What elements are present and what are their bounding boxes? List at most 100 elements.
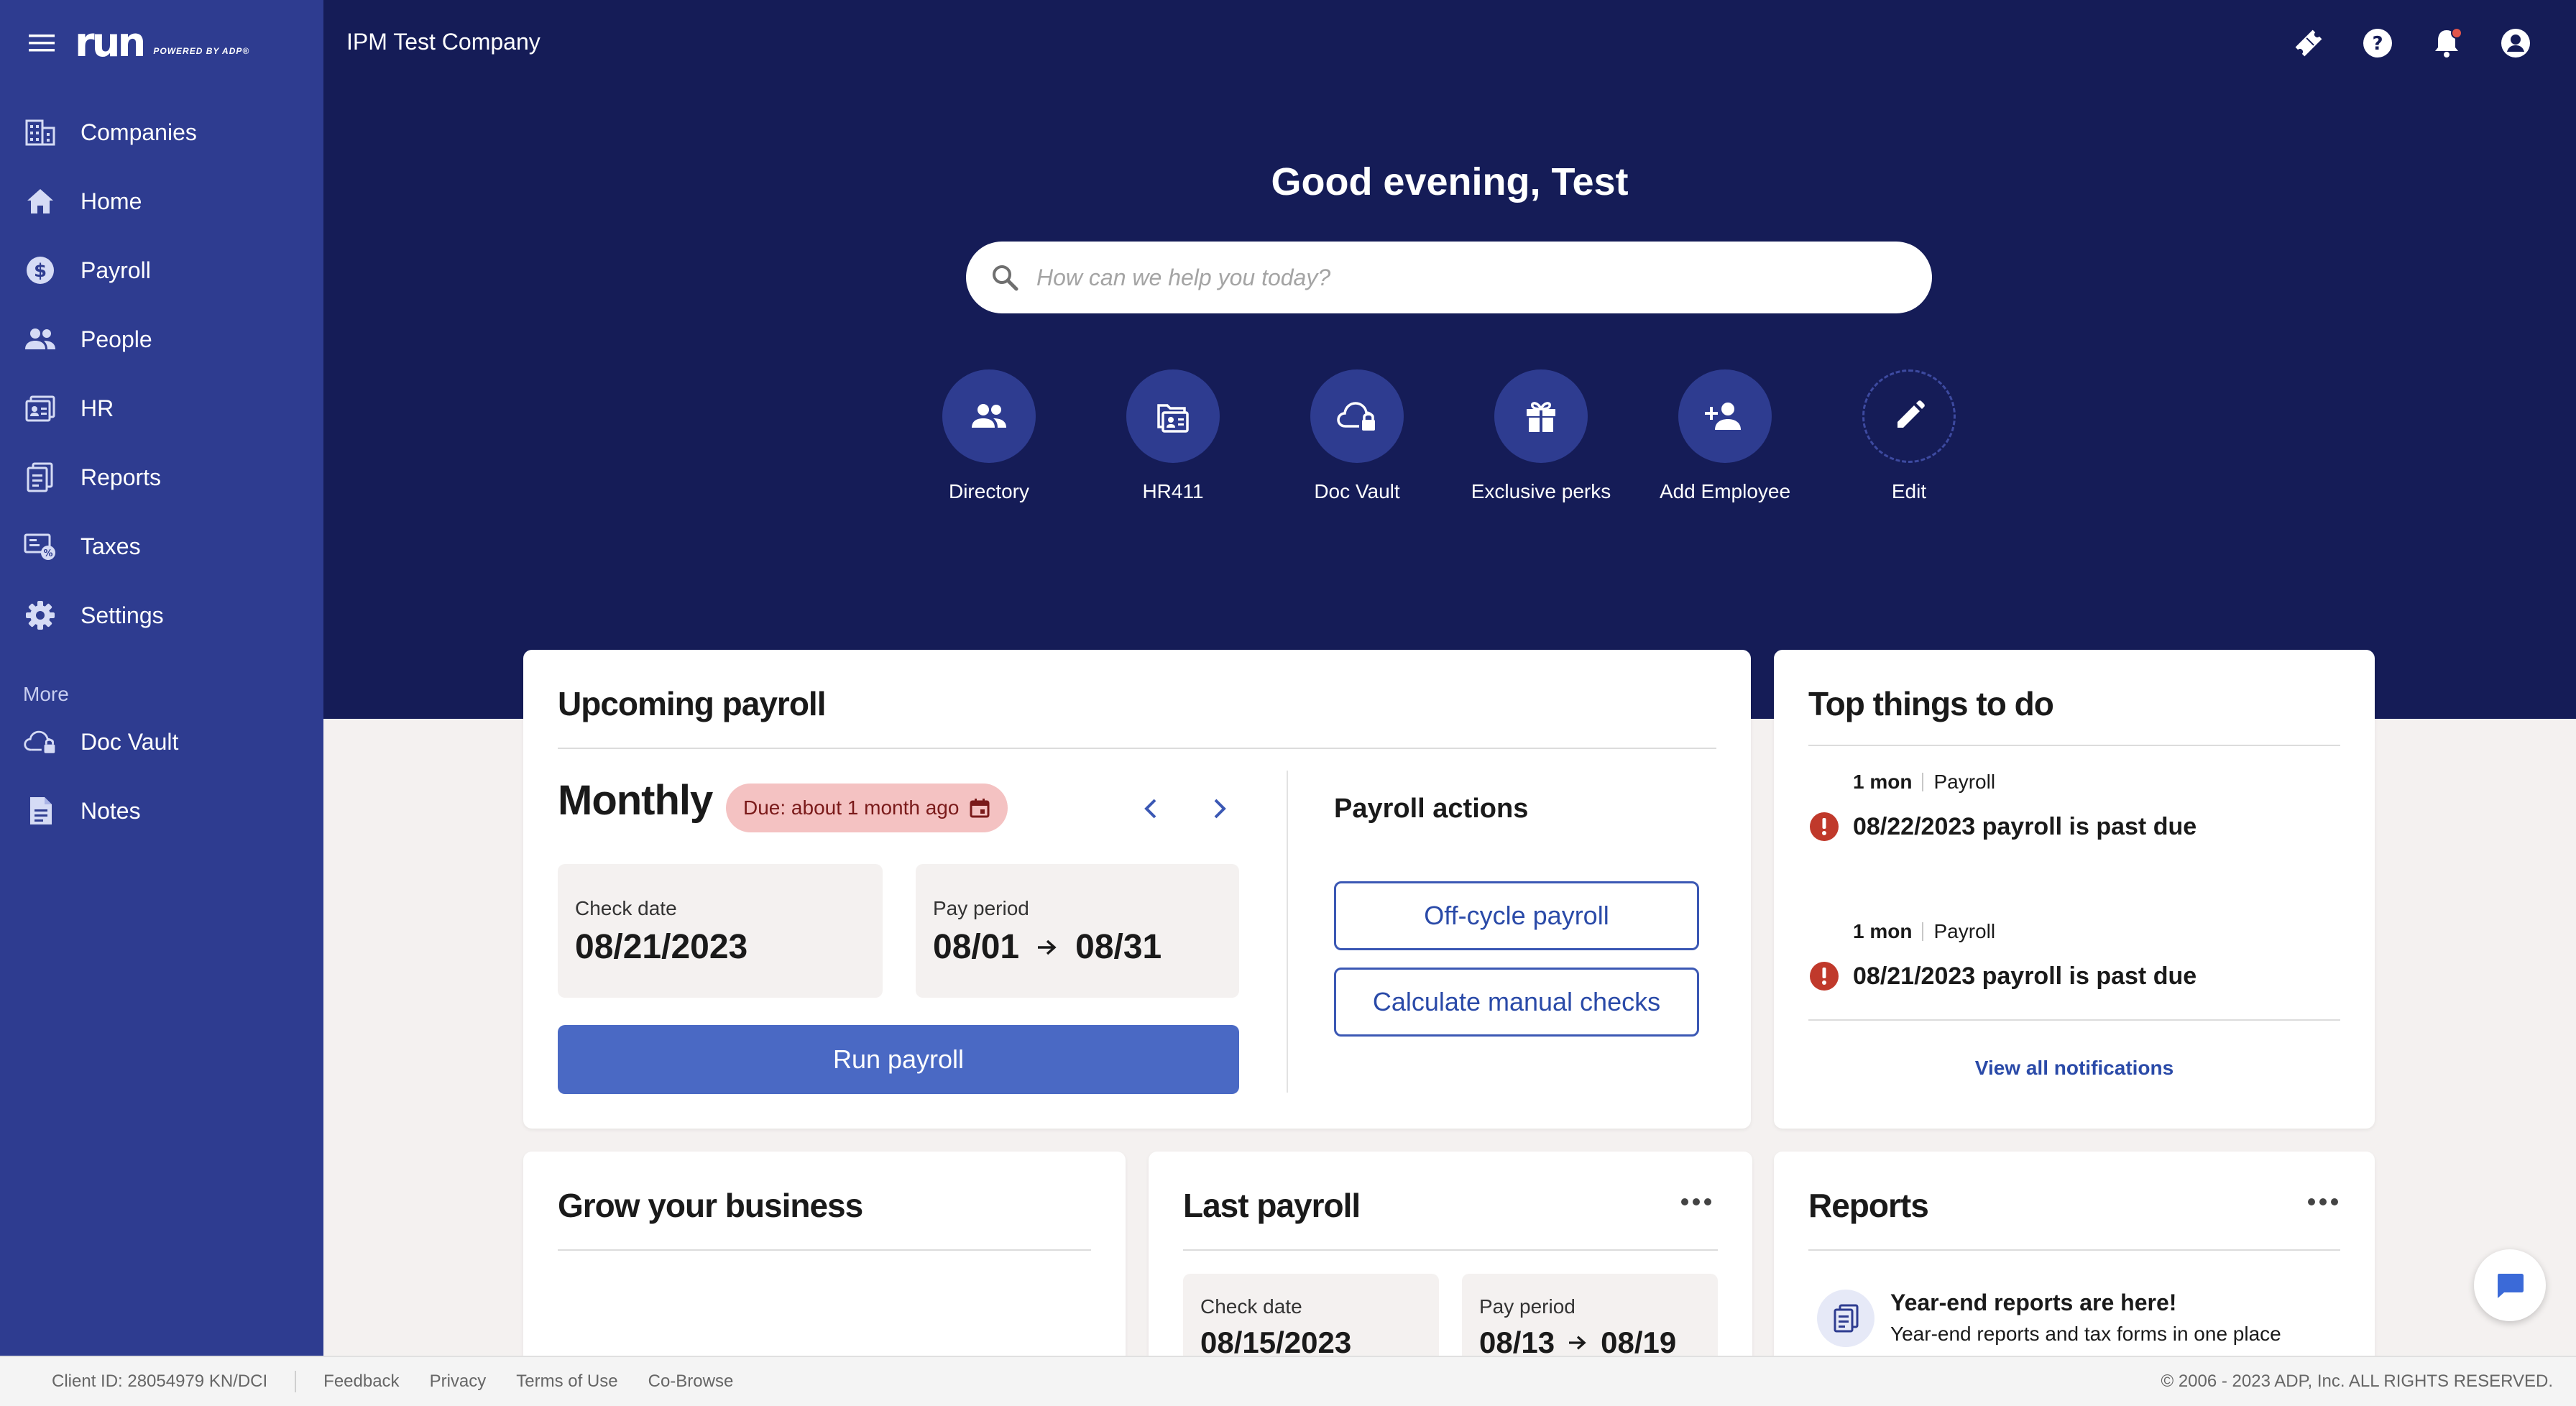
footer-link-privacy[interactable]: Privacy bbox=[430, 1371, 487, 1392]
quick-link-edit[interactable]: Edit bbox=[1830, 369, 1988, 503]
off-cycle-payroll-button[interactable]: Off-cycle payroll bbox=[1334, 881, 1699, 950]
sidebar-item-payroll[interactable]: $ Payroll bbox=[0, 236, 323, 305]
report-subtext: Year-end reports and tax forms in one pl… bbox=[1890, 1323, 2281, 1345]
alert-icon bbox=[1808, 960, 1840, 992]
run-payroll-button[interactable]: Run payroll bbox=[558, 1025, 1239, 1094]
separator bbox=[295, 1371, 297, 1392]
separator bbox=[1922, 922, 1924, 941]
quick-link-exclusive-perks[interactable]: Exclusive perks bbox=[1462, 369, 1620, 503]
pencil-icon bbox=[1862, 369, 1956, 463]
quick-link-hr411[interactable]: HR411 bbox=[1094, 369, 1252, 503]
gear-icon bbox=[23, 598, 58, 633]
grow-business-card: Grow your business bbox=[523, 1152, 1126, 1389]
check-date-box: Check date 08/21/2023 bbox=[558, 864, 883, 998]
divider bbox=[558, 1249, 1091, 1251]
check-date-label: Check date bbox=[1200, 1295, 1302, 1318]
quick-link-label: Exclusive perks bbox=[1471, 480, 1611, 502]
quick-link-doc-vault[interactable]: Doc Vault bbox=[1278, 369, 1436, 503]
sidebar-item-doc-vault[interactable]: Doc Vault bbox=[0, 707, 323, 776]
todo-age: 1 mon bbox=[1853, 920, 1913, 942]
notification-dot bbox=[2451, 27, 2462, 39]
logo-text: run bbox=[75, 19, 146, 66]
quick-link-label: Add Employee bbox=[1659, 480, 1791, 502]
sidebar-item-hr[interactable]: HR bbox=[0, 374, 323, 443]
ticket-icon[interactable] bbox=[2291, 22, 2326, 65]
directory-icon bbox=[942, 369, 1036, 463]
footer-link-terms[interactable]: Terms of Use bbox=[516, 1371, 617, 1392]
alert-icon bbox=[1808, 811, 1840, 842]
add-person-icon bbox=[1678, 369, 1772, 463]
todo-category: Payroll bbox=[1933, 771, 1996, 793]
bell-icon[interactable] bbox=[2429, 22, 2464, 65]
pay-period-label: Pay period bbox=[1479, 1295, 1576, 1318]
more-nav: Doc Vault Notes bbox=[0, 707, 323, 845]
next-payroll-button[interactable] bbox=[1202, 791, 1238, 827]
vertical-divider bbox=[1287, 771, 1288, 1093]
report-icon bbox=[1817, 1290, 1874, 1347]
card-title: Grow your business bbox=[558, 1187, 863, 1224]
greeting: Good evening, Test bbox=[1271, 160, 1629, 203]
report-icon bbox=[23, 460, 58, 495]
more-options-icon[interactable] bbox=[2306, 1195, 2340, 1209]
top-things-card: Top things to do 1 mon Payroll 08/22/202… bbox=[1774, 650, 2375, 1129]
sidebar-item-reports[interactable]: Reports bbox=[0, 443, 323, 512]
sidebar-item-notes[interactable]: Notes bbox=[0, 776, 323, 845]
search-icon bbox=[990, 263, 1019, 292]
search-input[interactable] bbox=[1036, 264, 1899, 291]
cloud-lock-icon bbox=[1310, 369, 1404, 463]
quick-link-label: Doc Vault bbox=[1314, 480, 1400, 502]
previous-payroll-button[interactable] bbox=[1133, 791, 1169, 827]
last-payroll-card: Last payroll Check date 08/15/2023 Pay p… bbox=[1149, 1152, 1752, 1389]
upcoming-payroll-card: Upcoming payroll Monthly Due: about 1 mo… bbox=[523, 650, 1751, 1129]
more-options-icon[interactable] bbox=[1679, 1195, 1714, 1209]
footer-link-co-browse[interactable]: Co-Browse bbox=[648, 1371, 734, 1392]
quick-link-label: Edit bbox=[1891, 480, 1927, 502]
cloud-lock-icon bbox=[23, 725, 58, 759]
company-name[interactable]: IPM Test Company bbox=[346, 29, 540, 55]
view-all-notifications-link[interactable]: View all notifications bbox=[1774, 1057, 2375, 1080]
pay-period-end: 08/19 bbox=[1601, 1325, 1677, 1359]
sidebar-item-taxes[interactable]: % Taxes bbox=[0, 512, 323, 581]
header-icons: ? bbox=[2291, 22, 2533, 65]
todo-item[interactable]: 1 mon Payroll 08/22/2023 payroll is past… bbox=[1808, 771, 2340, 842]
card-title: Last payroll bbox=[1183, 1187, 1361, 1224]
todo-line: 08/21/2023 payroll is past due bbox=[1808, 960, 2340, 992]
chevron-right-icon bbox=[1211, 798, 1228, 819]
chat-button[interactable] bbox=[2474, 1249, 2546, 1321]
run-logo[interactable]: run POWERED BY ADP® bbox=[75, 23, 249, 63]
sidebar-item-settings[interactable]: Settings bbox=[0, 581, 323, 650]
quick-link-add-employee[interactable]: Add Employee bbox=[1646, 369, 1804, 503]
calculate-manual-checks-button[interactable]: Calculate manual checks bbox=[1334, 968, 1699, 1037]
due-badge-text: Due: about 1 month ago bbox=[743, 796, 960, 819]
sidebar-item-companies[interactable]: Companies bbox=[0, 98, 323, 167]
footer: Client ID: 28054979 KN/DCI Feedback Priv… bbox=[0, 1356, 2576, 1406]
divider bbox=[1183, 1249, 1718, 1251]
quick-link-directory[interactable]: Directory bbox=[910, 369, 1068, 503]
due-badge[interactable]: Due: about 1 month ago bbox=[726, 784, 1008, 832]
svg-text:%: % bbox=[43, 548, 52, 559]
divider bbox=[1808, 1019, 2340, 1021]
divider bbox=[558, 748, 1716, 749]
help-icon[interactable]: ? bbox=[2360, 22, 2395, 65]
search-bar[interactable] bbox=[966, 242, 1932, 313]
sidebar-item-people[interactable]: People bbox=[0, 305, 323, 374]
pay-period-range: 08/13 08/19 bbox=[1479, 1325, 1676, 1360]
chevron-left-icon bbox=[1142, 798, 1159, 819]
hr411-icon bbox=[1126, 369, 1220, 463]
footer-link-feedback[interactable]: Feedback bbox=[323, 1371, 399, 1392]
report-heading[interactable]: Year-end reports are here! bbox=[1890, 1290, 2176, 1316]
more-section-label: More bbox=[23, 683, 69, 705]
todo-item[interactable]: 1 mon Payroll 08/21/2023 payroll is past… bbox=[1808, 920, 2340, 992]
sidebar-item-label: Reports bbox=[80, 464, 162, 490]
sidebar-item-home[interactable]: Home bbox=[0, 167, 323, 236]
menu-icon[interactable] bbox=[24, 26, 59, 60]
todo-text: 08/22/2023 payroll is past due bbox=[1853, 812, 2197, 840]
pay-period-start: 08/13 bbox=[1479, 1325, 1555, 1359]
arrow-right-icon bbox=[1555, 1334, 1601, 1351]
sidebar: run POWERED BY ADP® Companies Home $ Pay… bbox=[0, 0, 323, 1356]
hero-banner: IPM Test Company ? Good evening, Test Di… bbox=[323, 0, 2576, 719]
client-id: Client ID: 28054979 KN/DCI bbox=[52, 1371, 268, 1391]
chat-icon bbox=[2494, 1269, 2526, 1301]
account-icon[interactable] bbox=[2498, 22, 2533, 65]
sidebar-item-label: Home bbox=[80, 188, 142, 214]
